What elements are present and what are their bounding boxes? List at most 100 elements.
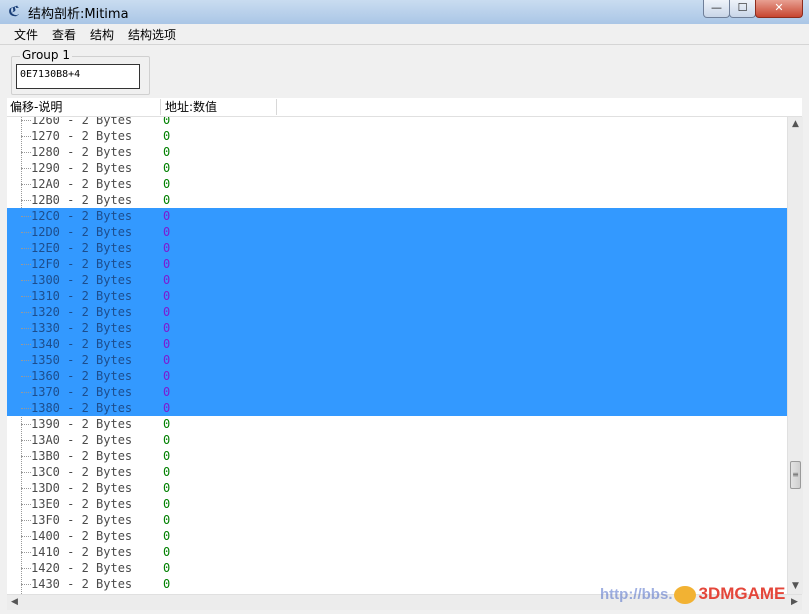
tree-connector [21, 336, 31, 345]
tree-row[interactable]: 1370 - 2 Bytes 0 [7, 384, 787, 400]
tree-row[interactable]: 1310 - 2 Bytes 0 [7, 288, 787, 304]
tree-connector [21, 256, 31, 265]
tree-connector [21, 117, 31, 121]
row-value: 0 [163, 577, 171, 591]
row-offset-description: 12B0 - 2 Bytes [31, 193, 133, 207]
tree-row[interactable]: 12F0 - 2 Bytes 0 [7, 256, 787, 272]
tree-connector [21, 288, 31, 297]
tree-row[interactable]: 13C0 - 2 Bytes 0 [7, 464, 787, 480]
menu-structure[interactable]: 结构 [90, 26, 114, 43]
tree-row[interactable]: 1410 - 2 Bytes 0 [7, 544, 787, 560]
tree-connector [21, 560, 31, 569]
tree-connector [21, 416, 31, 425]
tree-row[interactable]: 1380 - 2 Bytes 0 [7, 400, 787, 416]
row-offset-description: 1380 - 2 Bytes [31, 401, 133, 415]
tree-row[interactable]: 12B0 - 2 Bytes 0 [7, 192, 787, 208]
row-value: 0 [163, 161, 171, 175]
row-offset-description: 13D0 - 2 Bytes [31, 481, 133, 495]
tree-row[interactable]: 12E0 - 2 Bytes 0 [7, 240, 787, 256]
minimize-button[interactable]: — [703, 0, 730, 18]
tree-row[interactable]: 12C0 - 2 Bytes 0 [7, 208, 787, 224]
menu-view[interactable]: 查看 [52, 26, 76, 43]
row-value: 0 [163, 529, 171, 543]
row-offset-description: 13C0 - 2 Bytes [31, 465, 133, 479]
row-value: 0 [163, 449, 171, 463]
row-offset-description: 13B0 - 2 Bytes [31, 449, 133, 463]
scroll-down-icon[interactable]: ▼ [788, 579, 803, 594]
tree-row[interactable]: 13F0 - 2 Bytes 0 [7, 512, 787, 528]
column-address-value[interactable]: 地址:数值 [165, 99, 277, 115]
tree-row[interactable]: 1290 - 2 Bytes 0 [7, 160, 787, 176]
tree-row[interactable]: 1390 - 2 Bytes 0 [7, 416, 787, 432]
row-value: 0 [163, 417, 171, 431]
tree-row[interactable]: 1320 - 2 Bytes 0 [7, 304, 787, 320]
scroll-thumb[interactable]: ≡ [790, 461, 801, 489]
tree-row[interactable]: 13A0 - 2 Bytes 0 [7, 432, 787, 448]
scroll-up-icon[interactable]: ▲ [788, 117, 803, 132]
row-value: 0 [163, 401, 171, 415]
tree-row[interactable]: 1300 - 2 Bytes 0 [7, 272, 787, 288]
vertical-scrollbar[interactable]: ▲ ≡ ▼ [787, 117, 803, 594]
tree-connector [21, 320, 31, 329]
tree-row[interactable]: 12D0 - 2 Bytes 0 [7, 224, 787, 240]
row-offset-description: 1410 - 2 Bytes [31, 545, 133, 559]
row-value: 0 [163, 337, 171, 351]
scroll-left-icon[interactable]: ◀ [7, 595, 22, 610]
tree-connector [21, 144, 31, 153]
row-value: 0 [163, 289, 171, 303]
tree-connector [21, 240, 31, 249]
tree-connector [21, 192, 31, 201]
tree-row[interactable]: 1420 - 2 Bytes 0 [7, 560, 787, 576]
tree-row[interactable]: 13B0 - 2 Bytes 0 [7, 448, 787, 464]
scroll-right-icon[interactable]: ▶ [787, 595, 802, 610]
tree-connector [21, 496, 31, 505]
row-offset-description: 1270 - 2 Bytes [31, 129, 133, 143]
tree-connector [21, 128, 31, 137]
tree-connector [21, 528, 31, 537]
row-offset-description: 1390 - 2 Bytes [31, 417, 133, 431]
tree-connector [21, 368, 31, 377]
column-offset-description[interactable]: 偏移-说明 [10, 99, 161, 115]
row-offset-description: 13F0 - 2 Bytes [31, 513, 133, 527]
structure-tree: 1260 - 2 Bytes 0 1270 - 2 Bytes 0 1280 - 2 B… [7, 117, 787, 594]
tree-connector [21, 432, 31, 441]
tree-connector [21, 512, 31, 521]
close-button[interactable]: ✕ [755, 0, 803, 18]
tree-connector [21, 464, 31, 473]
tree-row[interactable]: 1270 - 2 Bytes 0 [7, 128, 787, 144]
row-offset-description: 12E0 - 2 Bytes [31, 241, 133, 255]
row-value: 0 [163, 193, 171, 207]
tree-row[interactable]: 1280 - 2 Bytes 0 [7, 144, 787, 160]
row-offset-description: 1280 - 2 Bytes [31, 145, 133, 159]
row-offset-description: 1350 - 2 Bytes [31, 353, 133, 367]
tree-row[interactable]: 1330 - 2 Bytes 0 [7, 320, 787, 336]
row-value: 0 [163, 129, 171, 143]
row-offset-description: 13E0 - 2 Bytes [31, 497, 133, 511]
tree-row[interactable]: 13D0 - 2 Bytes 0 [7, 480, 787, 496]
menu-file[interactable]: 文件 [14, 26, 38, 43]
row-value: 0 [163, 257, 171, 271]
row-value: 0 [163, 513, 171, 527]
tree-row[interactable]: 1260 - 2 Bytes 0 [7, 117, 787, 128]
tree-connector [21, 576, 31, 585]
row-value: 0 [163, 305, 171, 319]
row-offset-description: 1420 - 2 Bytes [31, 561, 133, 575]
menu-structure-options[interactable]: 结构选项 [128, 26, 176, 43]
row-offset-description: 1310 - 2 Bytes [31, 289, 133, 303]
row-offset-description: 1330 - 2 Bytes [31, 321, 133, 335]
tree-row[interactable]: 12A0 - 2 Bytes 0 [7, 176, 787, 192]
tree-row[interactable]: 1360 - 2 Bytes 0 [7, 368, 787, 384]
row-offset-description: 1430 - 2 Bytes [31, 577, 133, 591]
watermark: http://bbs. 3DMGAME [600, 584, 786, 605]
maximize-button[interactable]: ☐ [729, 0, 756, 18]
tree-row[interactable]: 1340 - 2 Bytes 0 [7, 336, 787, 352]
tree-connector [21, 208, 31, 217]
row-value: 0 [163, 385, 171, 399]
tree-row[interactable]: 13E0 - 2 Bytes 0 [7, 496, 787, 512]
tree-row[interactable]: 1350 - 2 Bytes 0 [7, 352, 787, 368]
row-value: 0 [163, 177, 171, 191]
row-value: 0 [163, 225, 171, 239]
watermark-brand: 3DMGAME [698, 584, 786, 603]
address-input[interactable]: 0E7130B8+4 [16, 64, 140, 89]
tree-row[interactable]: 1400 - 2 Bytes 0 [7, 528, 787, 544]
